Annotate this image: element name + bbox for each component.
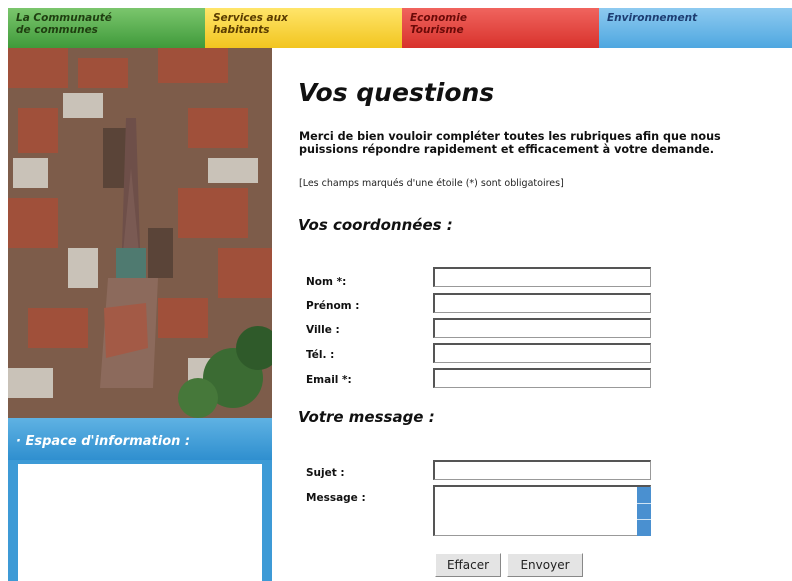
scrollbar-divider <box>637 503 651 504</box>
top-navigation: La Communauté de communes Services aux h… <box>8 8 792 48</box>
nav-tab-label: Economie <box>410 12 467 24</box>
sujet-field[interactable] <box>433 460 651 480</box>
ville-label: Ville : <box>306 324 340 336</box>
town-aerial-photo <box>8 48 272 418</box>
info-space-content <box>18 464 262 581</box>
message-section-heading: Votre message : <box>298 408 435 426</box>
nom-field[interactable] <box>433 267 651 287</box>
nav-tab-economie[interactable]: Economie Tourisme <box>402 8 599 48</box>
contact-section-heading: Vos coordonnées : <box>298 216 453 234</box>
nav-tab-label: habitants <box>213 24 270 36</box>
scrollbar-divider <box>637 519 651 520</box>
email-label: Email *: <box>306 374 352 386</box>
page-title: Vos questions <box>298 78 495 107</box>
sujet-label: Sujet : <box>306 467 345 479</box>
prenom-label: Prénom : <box>306 300 360 312</box>
info-space-title: · Espace d'information : <box>16 434 191 449</box>
nav-tab-label: de communes <box>16 24 98 36</box>
prenom-field[interactable] <box>433 293 651 313</box>
nav-tab-environnement[interactable]: Environnement <box>599 8 792 48</box>
message-textarea[interactable] <box>433 485 651 536</box>
send-button[interactable]: Envoyer <box>507 553 583 577</box>
message-scrollbar[interactable] <box>637 487 651 536</box>
tel-label: Tél. : <box>306 349 335 361</box>
tel-field[interactable] <box>433 343 651 363</box>
required-note: [Les champs marqués d'une étoile (*) son… <box>299 178 564 189</box>
ville-field[interactable] <box>433 318 651 338</box>
nav-tab-label: Services aux <box>213 12 288 24</box>
info-space-panel <box>8 460 272 581</box>
nav-tab-communaute[interactable]: La Communauté de communes <box>8 8 205 48</box>
intro-text: Merci de bien vouloir compléter toutes l… <box>299 130 721 156</box>
nav-tab-label: Tourisme <box>410 24 464 36</box>
main-content: Vos questions Merci de bien vouloir comp… <box>272 48 792 581</box>
nav-tab-label: Environnement <box>607 12 698 24</box>
nom-label: Nom *: <box>306 276 347 288</box>
left-column: · Espace d'information : <box>8 48 272 581</box>
reset-button[interactable]: Effacer <box>435 553 501 577</box>
info-space-header: · Espace d'information : <box>8 418 272 460</box>
message-label: Message : <box>306 492 366 504</box>
email-field[interactable] <box>433 368 651 388</box>
nav-tab-label: La Communauté <box>16 12 112 24</box>
nav-tab-services[interactable]: Services aux habitants <box>205 8 402 48</box>
